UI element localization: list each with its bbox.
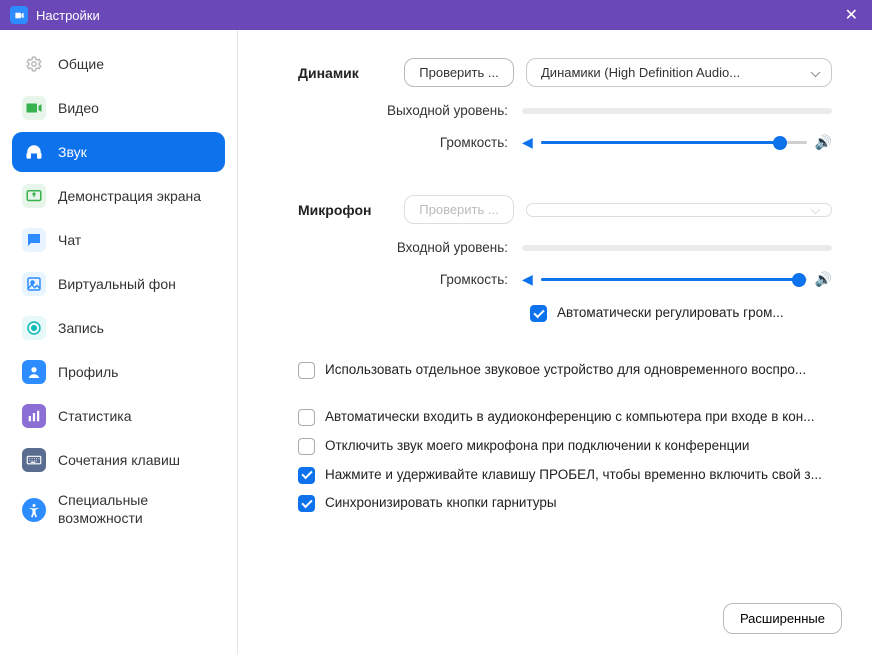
sidebar-item-chat[interactable]: Чат [12,220,225,260]
titlebar: Настройки ✕ [0,0,872,30]
sidebar-item-label: Звук [58,144,87,160]
microphone-device-select[interactable] [526,203,832,217]
microphone-section-title: Микрофон [298,202,404,218]
sidebar-item-label: Чат [58,232,81,248]
mute-mic-on-join-checkbox[interactable] [298,438,315,455]
separate-audio-device-checkbox[interactable] [298,362,315,379]
sidebar-item-label: Статистика [58,408,132,424]
volume-low-icon: ◀ [522,134,533,151]
sidebar-item-accessibility[interactable]: Специальные возможности [12,484,225,535]
sidebar-item-general[interactable]: Общие [12,44,225,84]
sidebar-item-video[interactable]: Видео [12,88,225,128]
record-icon [22,316,46,340]
app-icon [10,6,28,24]
space-to-unmute-checkbox[interactable] [298,467,315,484]
microphone-input-meter [522,245,832,251]
speaker-device-select[interactable]: Динамики (High Definition Audio... [526,58,832,87]
separate-audio-device-label: Использовать отдельное звуковое устройст… [325,361,832,380]
sidebar-item-label: Демонстрация экрана [58,188,201,204]
gear-icon [22,52,46,76]
sidebar-item-label: Видео [58,100,99,116]
auto-adjust-mic-label: Автоматически регулировать гром... [557,304,832,323]
volume-high-icon: 🔊 [815,134,832,151]
speaker-section-title: Динамик [298,65,404,81]
sidebar-item-label: Запись [58,320,104,336]
microphone-volume-slider[interactable] [541,278,807,281]
headphones-icon [22,140,46,164]
accessibility-icon [22,498,46,522]
sidebar-item-label: Сочетания клавиш [58,452,180,468]
sync-headset-label: Синхронизировать кнопки гарнитуры [325,494,832,513]
auto-join-audio-label: Автоматически входить в аудиоконференцию… [325,408,832,427]
test-speaker-button[interactable]: Проверить ... [404,58,514,87]
virtual-bg-icon [22,272,46,296]
sidebar-item-statistics[interactable]: Статистика [12,396,225,436]
chat-icon [22,228,46,252]
space-to-unmute-label: Нажмите и удерживайте клавишу ПРОБЕЛ, чт… [325,466,832,485]
keyboard-icon [22,448,46,472]
speaker-volume-label: Громкость: [298,135,522,150]
volume-high-icon: 🔊 [815,271,832,288]
window-title: Настройки [36,8,100,23]
sidebar: Общие Видео Звук Демонстрация экрана Чат… [0,30,238,654]
main-panel: Динамик Проверить ... Динамики (High Def… [238,30,872,654]
sidebar-item-label: Профиль [58,364,118,380]
sidebar-item-profile[interactable]: Профиль [12,352,225,392]
mute-mic-on-join-label: Отключить звук моего микрофона при подкл… [325,437,832,456]
share-screen-icon [22,184,46,208]
statistics-icon [22,404,46,428]
sidebar-item-audio[interactable]: Звук [12,132,225,172]
auto-adjust-mic-checkbox[interactable] [530,305,547,322]
profile-icon [22,360,46,384]
speaker-volume-slider[interactable] [541,141,807,144]
auto-join-audio-checkbox[interactable] [298,409,315,426]
video-icon [22,96,46,120]
sidebar-item-share-screen[interactable]: Демонстрация экрана [12,176,225,216]
sidebar-item-shortcuts[interactable]: Сочетания клавиш [12,440,225,480]
sidebar-item-label: Виртуальный фон [58,276,176,292]
sidebar-item-virtual-bg[interactable]: Виртуальный фон [12,264,225,304]
sidebar-item-label: Специальные возможности [58,492,215,527]
sidebar-item-label: Общие [58,56,104,72]
test-microphone-button[interactable]: Проверить ... [404,195,514,224]
sidebar-item-recording[interactable]: Запись [12,308,225,348]
volume-low-icon: ◀ [522,271,533,288]
input-level-label: Входной уровень: [298,240,522,255]
advanced-button[interactable]: Расширенные [723,603,842,634]
close-icon[interactable]: ✕ [841,5,862,25]
microphone-volume-label: Громкость: [298,272,522,287]
speaker-output-meter [522,108,832,114]
sync-headset-checkbox[interactable] [298,495,315,512]
output-level-label: Выходной уровень: [298,103,522,118]
